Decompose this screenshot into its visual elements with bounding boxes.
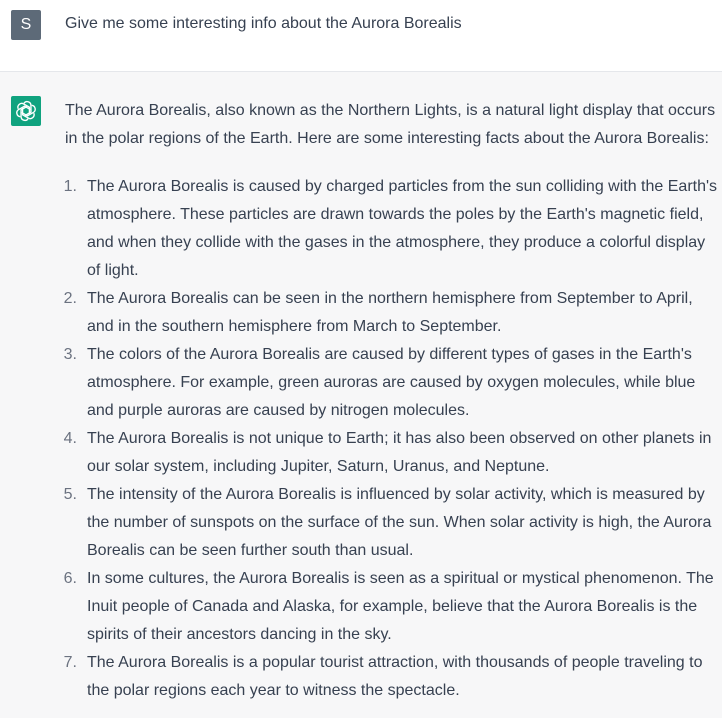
list-item-number: 4. <box>63 430 77 447</box>
list-item-text: The Aurora Borealis is not unique to Ear… <box>87 430 712 475</box>
list-item: 3. The colors of the Aurora Borealis are … <box>64 341 722 425</box>
list-item: 4. The Aurora Borealis is not unique to E… <box>64 425 722 481</box>
list-item-text: In some cultures, the Aurora Borealis is… <box>87 570 714 643</box>
list-item-number: 5. <box>63 486 77 503</box>
list-item: 2. The Aurora Borealis can be seen in the… <box>64 285 722 341</box>
list-item-text: The Aurora Borealis can be seen in the n… <box>87 290 693 335</box>
list-item-number: 1. <box>63 178 77 195</box>
list-item: 7. The Aurora Borealis is a popular touri… <box>64 649 722 705</box>
list-item-text: The Aurora Borealis is a popular tourist… <box>87 654 703 699</box>
assistant-message-content: The Aurora Borealis, also known as the N… <box>64 97 722 705</box>
openai-logo-icon <box>16 100 36 122</box>
list-item: 5. The intensity of the Aurora Borealis i… <box>64 481 722 565</box>
facts-list: 1. The Aurora Borealis is caused by charg… <box>64 173 722 705</box>
user-message-text: Give me some interesting info about the … <box>65 15 462 32</box>
assistant-intro-text: The Aurora Borealis, also known as the N… <box>65 102 716 147</box>
list-item-text: The intensity of the Aurora Borealis is … <box>87 486 712 559</box>
assistant-message-row: The Aurora Borealis, also known as the N… <box>0 72 722 718</box>
user-avatar: S <box>11 10 41 40</box>
list-item-text: The colors of the Aurora Borealis are ca… <box>87 346 696 419</box>
list-item-number: 2. <box>63 290 77 307</box>
list-item-number: 7. <box>63 654 77 671</box>
user-message-row: S Give me some interesting info about th… <box>0 0 722 72</box>
list-item-number: 3. <box>63 346 77 363</box>
list-item-text: The Aurora Borealis is caused by charged… <box>87 178 718 279</box>
list-item: 6. In some cultures, the Aurora Borealis … <box>64 565 722 649</box>
list-item-number: 6. <box>63 570 77 587</box>
list-item: 1. The Aurora Borealis is caused by charg… <box>64 173 722 285</box>
assistant-avatar <box>11 96 41 126</box>
